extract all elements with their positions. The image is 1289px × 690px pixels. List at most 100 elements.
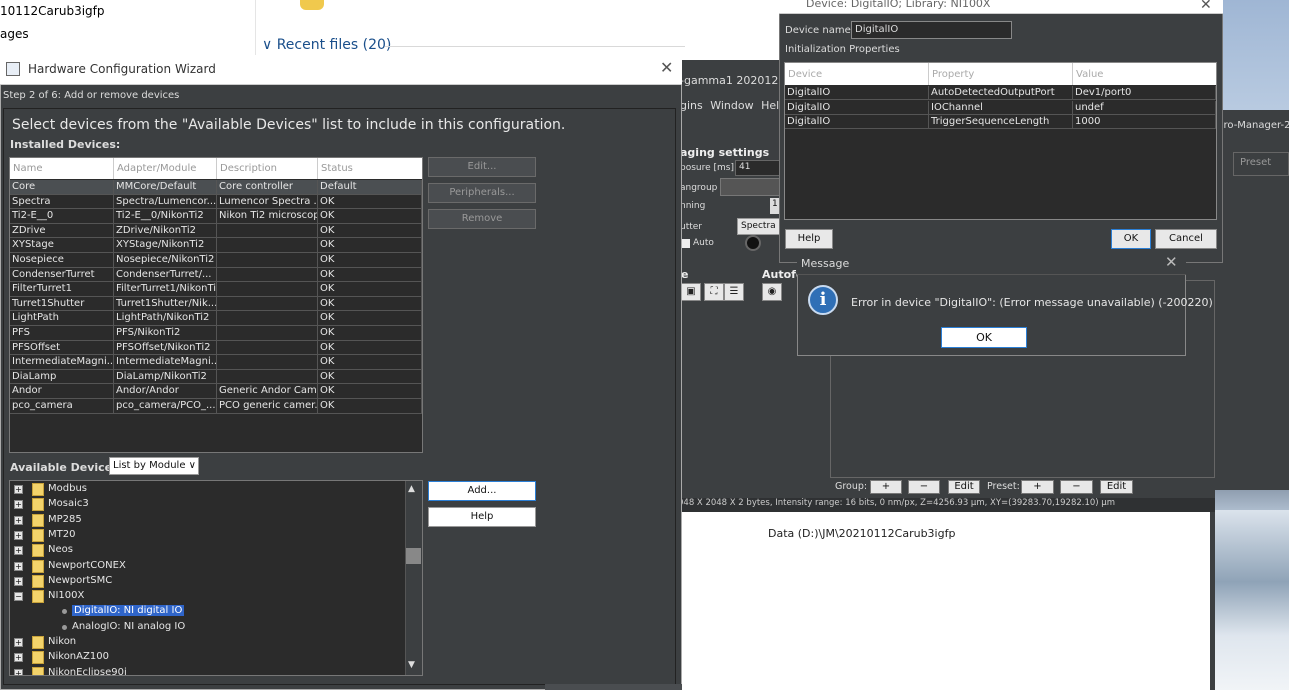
- table-row[interactable]: Spectra Spectra/Lumencor... Lumencor Spect…: [10, 194, 422, 210]
- wizard-nav-buttons[interactable]: [545, 684, 682, 690]
- column-header-property[interactable]: Property: [929, 63, 1073, 85]
- tree-scrollbar[interactable]: [405, 481, 422, 675]
- expand-icon[interactable]: +: [14, 515, 23, 525]
- property-cell[interactable]: undef: [1073, 100, 1216, 115]
- table-row[interactable]: LightPath LightPath/NikonTi2 OK: [10, 311, 422, 326]
- close-icon[interactable]: ✕: [1165, 253, 1178, 271]
- expand-icon[interactable]: +: [14, 500, 23, 510]
- recent-files-header[interactable]: ∨ Recent files (20): [262, 37, 391, 53]
- table-cell: OK: [318, 209, 422, 224]
- tree-node[interactable]: AnalogIO: NI analog IO: [10, 620, 405, 635]
- expand-icon[interactable]: +: [14, 546, 23, 556]
- column-header-device[interactable]: Device: [785, 63, 929, 85]
- table-row[interactable]: ZDrive ZDrive/NikonTi2 OK: [10, 223, 422, 239]
- expand-icon[interactable]: +: [14, 530, 23, 540]
- property-cell[interactable]: DigitalIO: [785, 115, 929, 129]
- tree-node[interactable]: + NikonEclipse90i: [10, 666, 405, 675]
- property-cell[interactable]: AutoDetectedOutputPort: [929, 86, 1073, 100]
- expand-icon[interactable]: +: [14, 485, 23, 494]
- expand-icon[interactable]: +: [14, 576, 23, 586]
- table-row[interactable]: XYStage XYStage/NikonTi2 OK: [10, 238, 422, 253]
- tree-node[interactable]: − NI100X: [10, 589, 405, 604]
- mm-menubar[interactable]: gins Window Help: [680, 99, 786, 112]
- available-devices-tree[interactable]: + Modbus + Mosaic3 + MP285 + MT20 + Neos + NewportC…: [9, 480, 423, 676]
- preset-remove-button[interactable]: −: [1060, 480, 1093, 494]
- tree-node[interactable]: + NewportCONEX: [10, 559, 405, 574]
- peripherals-button[interactable]: Peripherals...: [428, 183, 536, 203]
- table-row[interactable]: Ti2-E__0 Ti2-E__0/NikonTi2 Nikon Ti2 micro…: [10, 209, 422, 224]
- init-properties-table[interactable]: Device Property Value DigitalIO AutoDetec…: [784, 62, 1217, 220]
- add-device-button[interactable]: Add...: [428, 481, 536, 501]
- tree-node[interactable]: + Mosaic3: [10, 497, 405, 512]
- property-cell[interactable]: DigitalIO: [785, 86, 929, 100]
- data-path[interactable]: Data (D:)\JM\20210112Carub3igfp: [768, 527, 955, 540]
- table-row[interactable]: Core MMCore/Default Core controller Default: [10, 180, 422, 195]
- table-row[interactable]: FilterTurret1 FilterTurret1/NikonTi2 OK: [10, 282, 422, 297]
- group-add-button[interactable]: +: [870, 480, 902, 494]
- property-cell[interactable]: Dev1/port0: [1073, 86, 1216, 100]
- expand-icon[interactable]: +: [14, 561, 23, 571]
- preset-column-header[interactable]: Preset: [1233, 152, 1289, 176]
- collapse-icon[interactable]: −: [14, 592, 23, 602]
- tree-node[interactable]: + Neos: [10, 543, 405, 558]
- exposure-input[interactable]: 41: [735, 160, 785, 176]
- table-row[interactable]: PFS PFS/NikonTi2 OK: [10, 326, 422, 341]
- property-cell[interactable]: DigitalIO: [785, 100, 929, 115]
- preset-add-button[interactable]: +: [1021, 480, 1054, 494]
- group-edit-button[interactable]: Edit: [948, 480, 980, 494]
- shutter-select[interactable]: Spectra: [737, 218, 785, 235]
- remove-device-button[interactable]: Remove: [428, 209, 536, 229]
- tree-node[interactable]: DigitalIO: NI digital IO: [10, 604, 405, 619]
- device-ok-button[interactable]: OK: [1111, 229, 1151, 249]
- tree-node[interactable]: + Modbus: [10, 482, 405, 497]
- changroup-select[interactable]: [720, 178, 785, 196]
- explorer-item[interactable]: ages: [0, 27, 29, 41]
- tree-node[interactable]: + NewportSMC: [10, 574, 405, 589]
- scroll-down-icon[interactable]: ▼: [408, 660, 415, 670]
- tree-node[interactable]: + MT20: [10, 528, 405, 543]
- auto-shutter-checkbox[interactable]: [681, 239, 690, 248]
- column-header-description[interactable]: Description: [217, 158, 318, 179]
- property-cell[interactable]: IOChannel: [929, 100, 1073, 115]
- device-name-input[interactable]: DigitalIO: [851, 21, 1012, 39]
- tree-node[interactable]: + NikonAZ100: [10, 650, 405, 665]
- property-cell[interactable]: 1000: [1073, 115, 1216, 129]
- binoculars-icon[interactable]: ◉: [762, 283, 782, 301]
- explorer-item[interactable]: 10112Carub3igfp: [0, 4, 105, 18]
- close-icon[interactable]: ✕: [1200, 0, 1212, 13]
- list-by-select[interactable]: List by Module ∨: [109, 457, 199, 475]
- scroll-up-icon[interactable]: ▲: [408, 484, 415, 494]
- column-header-adapter[interactable]: Adapter/Module: [114, 158, 217, 179]
- help-button[interactable]: Help: [428, 507, 536, 527]
- column-header-name[interactable]: Name: [10, 158, 114, 179]
- installed-devices-table[interactable]: Name Adapter/Module Description Status C…: [9, 157, 423, 453]
- device-cancel-button[interactable]: Cancel: [1155, 229, 1217, 249]
- table-row[interactable]: DiaLamp DiaLamp/NikonTi2 OK: [10, 369, 422, 385]
- tree-node[interactable]: + Nikon: [10, 635, 405, 650]
- table-row[interactable]: CondenserTurret CondenserTurret/... OK: [10, 267, 422, 283]
- column-header-value[interactable]: Value: [1073, 63, 1216, 85]
- scrollbar-thumb[interactable]: [406, 548, 421, 564]
- table-row[interactable]: Andor Andor/Andor Generic Andor Cam... OK: [10, 384, 422, 399]
- table-row[interactable]: Nosepiece Nosepiece/NikonTi2 OK: [10, 253, 422, 268]
- expand-icon[interactable]: +: [14, 653, 23, 663]
- expand-icon[interactable]: +: [14, 668, 23, 675]
- column-header-status[interactable]: Status: [318, 158, 422, 179]
- table-row[interactable]: PFSOffset PFSOffset/NikonTi2 OK: [10, 340, 422, 356]
- device-help-button[interactable]: Help: [785, 229, 833, 249]
- tool-icon[interactable]: ⛶: [704, 283, 724, 301]
- expand-icon[interactable]: +: [14, 638, 23, 647]
- property-cell[interactable]: TriggerSequenceLength: [929, 115, 1073, 129]
- table-row[interactable]: Turret1Shutter Turret1Shutter/Nik... OK: [10, 296, 422, 312]
- list-icon[interactable]: ☰: [724, 283, 744, 301]
- shutter-state-icon[interactable]: [745, 235, 761, 251]
- message-ok-button[interactable]: OK: [941, 327, 1027, 348]
- table-row[interactable]: IntermediateMagni... IntermediateMagni...…: [10, 355, 422, 370]
- edit-device-button[interactable]: Edit...: [428, 157, 536, 177]
- table-row[interactable]: pco_camera pco_camera/PCO_... PCO generic …: [10, 399, 422, 414]
- group-remove-button[interactable]: −: [908, 480, 940, 494]
- close-icon[interactable]: ✕: [660, 58, 673, 77]
- preset-edit-button[interactable]: Edit: [1100, 480, 1133, 494]
- tool-icon[interactable]: ▣: [681, 283, 701, 301]
- tree-node[interactable]: + MP285: [10, 513, 405, 528]
